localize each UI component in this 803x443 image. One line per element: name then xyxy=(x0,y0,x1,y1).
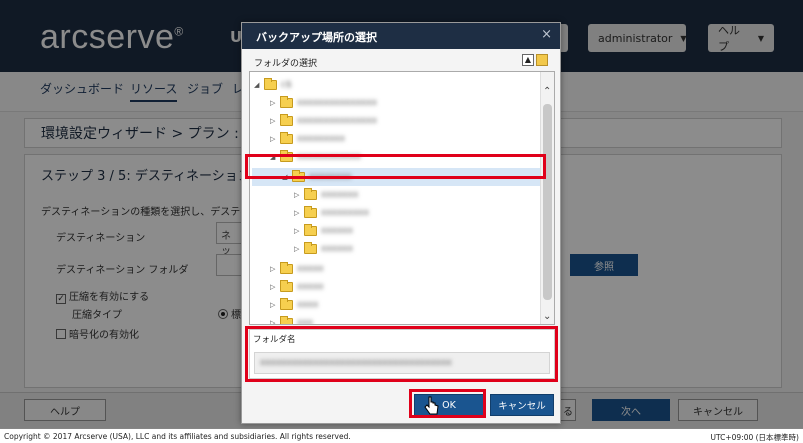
folder-icon xyxy=(304,224,317,236)
timezone-text: UTC+09:00 (日本標準時) xyxy=(710,433,799,442)
dialog-title: バックアップ場所の選択 xyxy=(256,31,377,44)
folder-icon xyxy=(280,114,293,126)
folder-icon xyxy=(280,280,293,292)
parent-folder-icon[interactable]: ▲ xyxy=(522,54,534,66)
tree-node[interactable]: ▷ xxxxxx xyxy=(294,222,353,240)
tree-scrollbar[interactable]: ⌃ ⌄ xyxy=(540,72,554,324)
folder-icon xyxy=(280,262,293,274)
tree-node[interactable]: ▷ xxxx xyxy=(270,296,318,314)
status-strip: Copyright © 2017 Arcserve (USA), LLC and… xyxy=(0,429,803,443)
new-folder-icon[interactable] xyxy=(536,54,548,66)
scroll-up-icon[interactable]: ⌃ xyxy=(543,86,551,97)
tree-node[interactable]: ▷ xxxxxxxxx xyxy=(294,204,369,222)
tree-node[interactable]: ▷ xxxxxxx xyxy=(294,186,358,204)
folder-icon xyxy=(304,242,317,254)
folder-icon xyxy=(304,206,317,218)
tree-node[interactable]: ◢ c$ xyxy=(254,76,292,94)
dialog-cancel-button[interactable]: キャンセル xyxy=(490,394,554,416)
dialog-header: バックアップ場所の選択 × xyxy=(242,23,560,49)
close-icon[interactable]: × xyxy=(541,27,552,42)
highlight-selected-folder xyxy=(245,154,546,179)
folder-icon xyxy=(304,188,317,200)
folder-icon xyxy=(280,96,293,108)
copyright-text: Copyright © 2017 Arcserve (USA), LLC and… xyxy=(4,432,351,441)
highlight-ok-button xyxy=(409,389,486,418)
tree-node[interactable]: ▷ xxxxxx xyxy=(294,240,353,258)
folder-tree[interactable]: ◢ c$ ▷ xxxxxxxxxxxxxxx ▷ xxxxxxxxxxxxxxx ▷ x… xyxy=(249,71,555,325)
folder-icon xyxy=(280,316,293,324)
scroll-down-icon[interactable]: ⌄ xyxy=(543,311,551,322)
scroll-thumb[interactable] xyxy=(543,104,552,300)
tree-node[interactable]: ▷ xxx xyxy=(270,314,313,324)
hand-cursor-icon xyxy=(424,396,439,415)
tree-node[interactable]: ▷ xxxxxxxxxxxxxxx xyxy=(270,94,377,112)
folder-icon xyxy=(280,298,293,310)
highlight-folder-name xyxy=(245,326,558,382)
tree-node[interactable]: ▷ xxxxx xyxy=(270,278,324,296)
folder-icon xyxy=(264,78,277,90)
tree-node[interactable]: ▷ xxxxx xyxy=(270,260,324,278)
tree-node[interactable]: ▷ xxxxxxxxx xyxy=(270,130,345,148)
folder-icon xyxy=(280,132,293,144)
tree-node[interactable]: ▷ xxxxxxxxxxxxxxx xyxy=(270,112,377,130)
tree-toolbar: ▲ xyxy=(522,54,548,66)
folder-select-label: フォルダの選択 xyxy=(254,59,318,69)
